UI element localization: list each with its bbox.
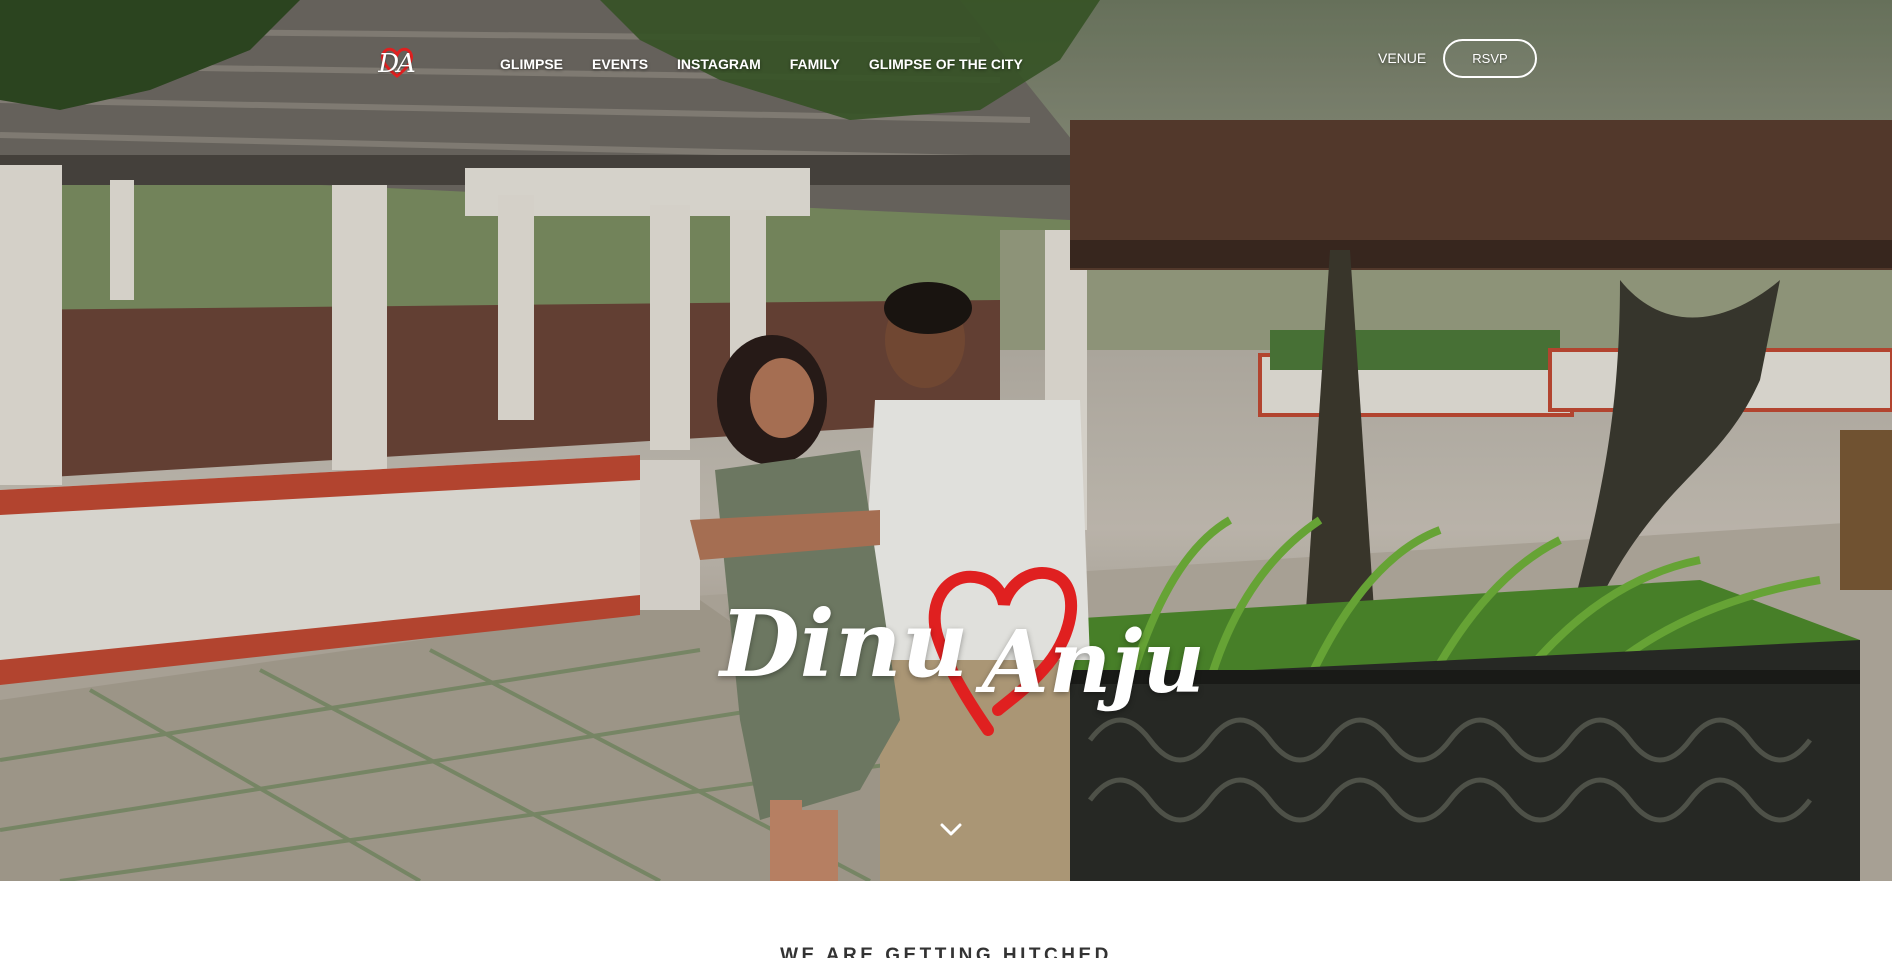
nav-item-venue[interactable]: VENUE <box>1378 50 1426 66</box>
nav-item-glimpse[interactable]: GLIMPSE <box>500 56 563 72</box>
hero-photo <box>0 0 1892 881</box>
rsvp-button[interactable]: RSVP <box>1443 39 1537 78</box>
groom-name: Dinu <box>720 590 969 698</box>
nav-item-family[interactable]: FAMILY <box>790 56 840 72</box>
main-menu: GLIMPSE EVENTS INSTAGRAM FAMILY GLIMPSE … <box>500 56 1052 72</box>
site-logo[interactable]: DA <box>366 44 426 84</box>
rsvp-button-label: RSVP <box>1472 51 1508 66</box>
nav-item-glimpse-of-the-city[interactable]: GLIMPSE OF THE CITY <box>869 56 1023 72</box>
bride-name: Anju <box>982 612 1205 713</box>
couple-names-title: Dinu Anju <box>710 560 1205 740</box>
intro-section: WE ARE GETTING HITCHED <box>0 881 1892 958</box>
top-navigation: DA GLIMPSE EVENTS INSTAGRAM FAMILY GLIMP… <box>0 0 1892 120</box>
hero-section: DA GLIMPSE EVENTS INSTAGRAM FAMILY GLIMP… <box>0 0 1892 881</box>
section-heading: WE ARE GETTING HITCHED <box>780 945 1112 958</box>
logo-monogram: DA <box>378 49 416 79</box>
nav-item-events[interactable]: EVENTS <box>592 56 648 72</box>
nav-item-instagram[interactable]: INSTAGRAM <box>677 56 761 72</box>
chevron-down-icon[interactable] <box>940 822 962 838</box>
